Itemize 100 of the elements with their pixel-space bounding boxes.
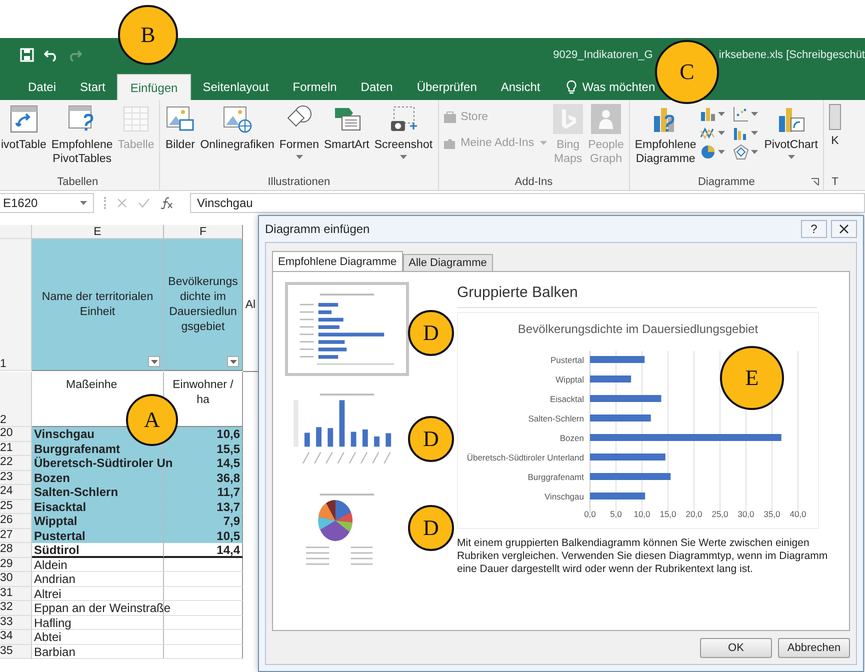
window-title: 9029_Indikatoren_G <box>553 49 653 61</box>
ribbon-tab[interactable]: Überprüfen <box>404 74 489 100</box>
axis-tick-label: 10,0 <box>634 509 650 519</box>
dialog-title: Diagramm einfügen <box>265 222 370 236</box>
cell-text: Altrei <box>33 586 62 601</box>
formula-input-field[interactable]: Vinschgau <box>190 193 865 213</box>
axis-category-label: Überetsch-Südtiroler Unterland <box>466 452 584 462</box>
close-button[interactable] <box>831 220 857 238</box>
caret-icon <box>540 141 548 145</box>
ribbon-button[interactable]: ivotTable <box>0 104 48 152</box>
row-number: 30 <box>0 572 32 586</box>
bing-logo-icon <box>553 104 584 134</box>
chart-type-button[interactable] <box>733 144 760 160</box>
row-number: 35 <box>0 644 32 659</box>
header-text: Al <box>245 298 256 312</box>
line-chart-icon <box>700 125 716 141</box>
checkmark-icon[interactable] <box>138 197 150 209</box>
filter-dropdown-button[interactable] <box>148 356 160 367</box>
row-number: 2 <box>0 372 32 427</box>
filter-dropdown-button[interactable] <box>227 356 239 367</box>
dialog-tab[interactable]: Empfohlene Diagramme <box>272 251 403 271</box>
row-number: 31 <box>0 586 32 601</box>
chart-type-heading: Gruppierte Balken <box>457 282 817 308</box>
ribbon-button[interactable]: K <box>828 104 842 148</box>
ribbon-tab[interactable]: Formeln <box>280 74 349 100</box>
tell-me-search[interactable]: Was möchten <box>552 74 656 100</box>
cell-text: Andrian <box>33 572 76 586</box>
cell-text: Salten-Schlern <box>33 485 120 500</box>
undo-button[interactable] <box>44 48 58 62</box>
dialog-button[interactable]: Abbrechen <box>778 638 850 658</box>
column-header[interactable]: E <box>32 225 164 239</box>
ribbon-tab[interactable]: Seitenlayout <box>190 74 281 100</box>
caret-icon <box>400 155 407 159</box>
cell-text: Südtirol <box>33 543 80 558</box>
ribbon-button[interactable]: Empfohlene Diagramme <box>634 104 698 166</box>
row-number: 23 <box>0 470 32 485</box>
chart-type-button[interactable] <box>700 144 728 160</box>
ribbon-button[interactable]: Onlinegrafiken <box>199 104 276 152</box>
row-number: 27 <box>0 528 32 543</box>
row-number: 1 <box>0 239 32 371</box>
ribbon-tab[interactable]: Start <box>68 74 118 100</box>
table-cell: 36,8 <box>164 470 243 485</box>
column-header[interactable]: F <box>164 225 243 239</box>
chart-thumbnail[interactable] <box>285 282 409 376</box>
ribbon-tab[interactable]: Einfügen <box>117 74 191 100</box>
cell-text: Barbian <box>33 644 76 659</box>
chart-type-button[interactable] <box>733 125 760 141</box>
cell-text: Aldein <box>33 558 68 572</box>
cell-text: Wipptal <box>33 514 78 528</box>
function-icon[interactable] <box>160 197 174 209</box>
ribbon-button[interactable]: Bilder <box>164 104 196 152</box>
group-label: Add-Ins <box>514 176 553 188</box>
axis-tick-label: 20,0 <box>686 509 702 519</box>
dialog-launcher-icon[interactable] <box>810 178 819 186</box>
save-button[interactable] <box>20 48 34 62</box>
group-label: Illustrationen <box>268 176 330 188</box>
group-label: Tabellen <box>57 176 98 188</box>
row-number: 28 <box>0 543 32 558</box>
ribbon-button[interactable]: PivotChart <box>763 104 819 162</box>
window-title: irksebene.xls [Schreibgeschüt <box>718 49 865 61</box>
row-number: 33 <box>0 616 32 630</box>
ribbon-tab[interactable]: Daten <box>348 74 405 100</box>
ribbon-tab[interactable]: Ansicht <box>488 74 552 100</box>
scatter-chart-icon <box>733 106 750 122</box>
dialog-tab[interactable]: Alle Diagramme <box>402 254 493 271</box>
cell-text: Burggrafenamt <box>33 442 122 456</box>
chart-type-button[interactable] <box>733 106 760 122</box>
pivot-table-icon <box>8 104 39 134</box>
axis-category-label: Bozen <box>560 433 584 443</box>
row-number: 34 <box>0 630 32 644</box>
name-box[interactable]: E1620 <box>0 193 94 213</box>
radar-chart-icon <box>733 144 750 160</box>
row-number: 22 <box>0 456 32 470</box>
pie-chart-icon <box>700 144 716 160</box>
cell-text: Vinschgau <box>33 427 96 442</box>
axis-tick-label: 35,0 <box>764 509 780 519</box>
caret-icon <box>718 112 726 116</box>
axis-tick-label: 25,0 <box>712 509 728 519</box>
axis-tick-label: 0,0 <box>584 509 596 519</box>
axis-category-label: Vinschgau <box>544 492 584 502</box>
table-cell: 11,7 <box>164 485 243 500</box>
table-cell: 13,7 <box>164 500 243 514</box>
row-number: 21 <box>0 442 32 456</box>
cell-text: Eppan an der Weinstraße <box>33 601 172 616</box>
caret-icon <box>230 360 236 364</box>
ribbon-tab[interactable]: Datei <box>16 74 68 100</box>
chart-type-button[interactable] <box>700 106 728 122</box>
camera-icon <box>388 104 418 134</box>
help-button[interactable]: ? <box>801 220 827 238</box>
row-number: 29 <box>0 558 32 572</box>
ribbon-button[interactable]: Screenshot <box>373 104 434 162</box>
ribbon-button[interactable]: Empfohlene PivotTables <box>50 104 114 166</box>
ribbon-button[interactable]: SmartArt <box>323 104 370 152</box>
chart-type-button[interactable] <box>700 125 728 141</box>
axis-category-label: Wipptal <box>556 374 584 384</box>
dialog-button[interactable]: OK <box>700 638 772 658</box>
axis-category-label: Burggrafenamt <box>528 472 584 482</box>
ribbon-button[interactable]: Formen <box>278 104 320 162</box>
lightbulb-icon <box>566 80 578 94</box>
axis-tick-label: 40,0 <box>790 509 806 519</box>
